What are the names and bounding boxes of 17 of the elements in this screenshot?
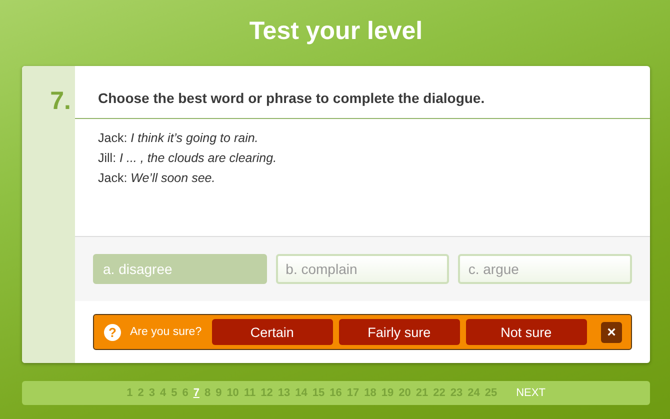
close-button[interactable]: × xyxy=(601,322,622,342)
page-link[interactable]: 7 xyxy=(193,387,200,399)
confidence-button[interactable]: Not sure xyxy=(466,319,587,345)
help-icon[interactable]: ? xyxy=(104,324,121,340)
answer-option[interactable]: c. argue xyxy=(458,254,632,284)
dialogue-line: Jack: I think it’s going to rain. xyxy=(98,130,260,147)
next-link[interactable]: NEXT xyxy=(516,387,546,399)
question-instruction: Choose the best word or phrase to complete the dialogue. xyxy=(75,66,650,119)
confidence-button[interactable]: Certain xyxy=(212,319,333,345)
answer-option[interactable]: b. complain xyxy=(276,254,450,284)
dialogue-line: Jack: We’ll soon see. xyxy=(98,170,216,187)
page-title: Test your level xyxy=(248,16,424,47)
question-number: 7. xyxy=(50,87,71,116)
confidence-button[interactable]: Fairly sure xyxy=(338,319,460,345)
answer-option[interactable]: a. disagree xyxy=(93,254,267,284)
confidence-prompt: Are you sure? xyxy=(130,326,202,338)
dialogue-line: Jill: I ... , the clouds are clearing. xyxy=(98,150,278,167)
